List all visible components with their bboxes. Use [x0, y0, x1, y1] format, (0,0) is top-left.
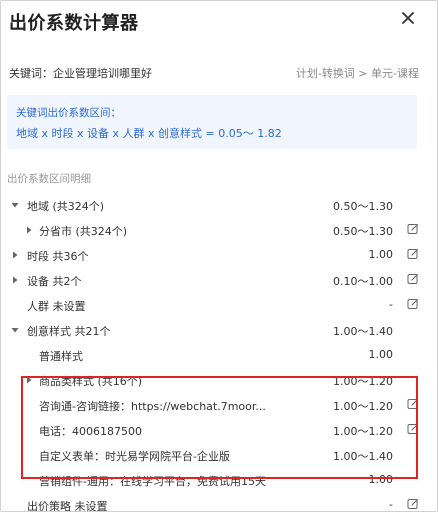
caret-right-icon[interactable] [11, 276, 19, 284]
row-value: 0.50～1.30 [333, 225, 393, 238]
row-value: 0.10～1.00 [333, 275, 393, 288]
detail-row[interactable]: 创意样式 共21个 1.00～1.40 [1, 318, 437, 343]
edit-icon[interactable] [407, 298, 419, 310]
detail-row: 自定义表单：时光易学网院平台-企业版 1.00～1.40 [1, 443, 437, 468]
detail-row[interactable]: 设备 共2个 0.10～1.00 [1, 268, 437, 293]
range-title: 关键词出价系数区间： [16, 107, 121, 119]
edit-icon[interactable] [407, 273, 419, 285]
row-label: 普通样式 [39, 350, 83, 363]
keyword-row: 关键词：企业管理培训哪里好 计划-转换词 > 单元-课程 [9, 65, 419, 81]
caret-right-icon[interactable] [25, 226, 33, 234]
row-value: 1.00～1.40 [333, 450, 393, 463]
edit-icon[interactable] [407, 423, 419, 435]
close-icon[interactable] [401, 11, 415, 25]
row-value: 1.00～1.40 [333, 325, 393, 338]
coefficient-detail-list: 地域 (共324个) 0.50～1.30 分省市 (共324个) 0.50～1.30 时… [1, 193, 437, 512]
detail-row: 普通样式 1.00 [1, 343, 437, 368]
row-label: 人群 未设置 [27, 300, 86, 313]
range-formula: 地域 x 时段 x 设备 x 人群 x 创意样式 = 0.05～ 1.82 [16, 127, 282, 140]
row-value: - [389, 498, 393, 511]
detail-row: 人群 未设置 - [1, 293, 437, 318]
row-label: 分省市 (共324个) [39, 225, 128, 238]
keyword-text: 关键词：企业管理培训哪里好 [9, 67, 152, 80]
row-label: 电话：4006187500 [39, 425, 142, 438]
calculator-dialog: 出价系数计算器 关键词：企业管理培训哪里好 计划-转换词 > 单元-课程 关键词… [0, 0, 438, 512]
detail-row: 营销组件-通用：在线学习平台，免费试用15天 1.00 [1, 468, 437, 493]
coefficient-range-box: 关键词出价系数区间： 地域 x 时段 x 设备 x 人群 x 创意样式 = 0.… [7, 95, 417, 149]
detail-row[interactable]: 地域 (共324个) 0.50～1.30 [1, 193, 437, 218]
edit-icon[interactable] [407, 223, 419, 235]
caret-down-icon[interactable] [11, 326, 19, 334]
edit-icon[interactable] [407, 398, 419, 410]
row-value: 0.50～1.30 [333, 200, 393, 213]
caret-right-icon[interactable] [11, 251, 19, 259]
row-value: 1.00 [368, 348, 394, 361]
row-label: 商品类样式 (共16个) [39, 375, 143, 388]
row-label: 自定义表单：时光易学网院平台-企业版 [39, 450, 230, 463]
detail-row[interactable]: 分省市 (共324个) 0.50～1.30 [1, 218, 437, 243]
row-value: 1.00～1.20 [333, 400, 393, 413]
detail-row[interactable]: 商品类样式 (共16个) 1.00～1.20 [1, 368, 437, 393]
detail-row[interactable]: 时段 共36个 1.00 [1, 243, 437, 268]
row-label: 营销组件-通用：在线学习平台，免费试用15天 [39, 475, 266, 488]
caret-right-icon[interactable] [25, 376, 33, 384]
row-label: 咨询通-咨询链接：https://webchat.7moor... [39, 400, 266, 413]
detail-row: 咨询通-咨询链接：https://webchat.7moor... 1.00～1.… [1, 393, 437, 418]
row-label: 创意样式 共21个 [27, 325, 111, 338]
detail-row: 出价策略 未设置 - [1, 493, 437, 512]
dialog-title: 出价系数计算器 [9, 13, 139, 34]
edit-icon[interactable] [407, 248, 419, 260]
caret-down-icon[interactable] [11, 201, 19, 209]
row-label: 设备 共2个 [27, 275, 82, 288]
detail-row: 电话：4006187500 1.00～1.20 [1, 418, 437, 443]
breadcrumb: 计划-转换词 > 单元-课程 [295, 67, 419, 80]
row-value: 1.00 [368, 473, 394, 486]
row-value: 1.00 [368, 248, 394, 261]
row-label: 出价策略 未设置 [27, 500, 108, 512]
row-label: 时段 共36个 [27, 250, 89, 263]
row-value: 1.00～1.20 [333, 375, 393, 388]
section-title: 出价系数区间明细 [7, 173, 91, 185]
row-value: 1.00～1.20 [333, 425, 393, 438]
row-label: 地域 (共324个) [27, 200, 105, 213]
edit-icon[interactable] [407, 498, 419, 510]
row-value: - [389, 298, 393, 311]
